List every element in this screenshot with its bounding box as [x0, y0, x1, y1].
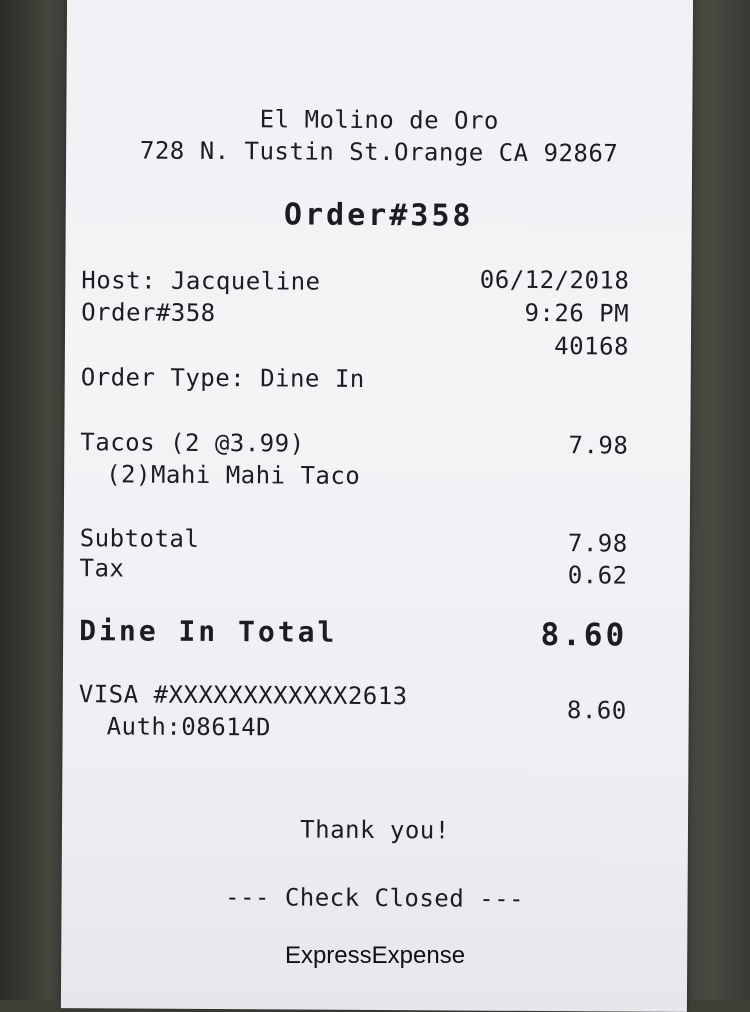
tax-value: 0.62: [567, 561, 628, 590]
card-number: VISA #XXXXXXXXXXXX2613: [78, 680, 408, 711]
auth-code: Auth:08614D: [106, 712, 272, 742]
background-left: [0, 0, 70, 1000]
order-type: Order Type: Dine In: [80, 363, 365, 393]
host-label: Host: Jacqueline: [81, 266, 321, 296]
item-name: Tacos (2 @3.99): [80, 428, 305, 458]
order-heading: Order#358: [283, 197, 474, 234]
watermark: ExpressExpense: [284, 942, 466, 969]
tax-label: Tax: [79, 554, 125, 583]
store-name: El Molino de Oro: [259, 105, 499, 135]
check-closed: --- Check Closed ---: [224, 883, 525, 913]
total-label: Dine In Total: [79, 614, 338, 649]
order-number: Order#358: [81, 298, 216, 328]
order-time: 9:26 PM: [524, 298, 630, 328]
check-number: 40168: [554, 332, 630, 361]
subtotal-label: Subtotal: [79, 524, 200, 553]
order-date: 06/12/2018: [479, 265, 630, 295]
payment-amount: 8.60: [566, 696, 627, 725]
thank-you: Thank you!: [300, 815, 450, 845]
subtotal-value: 7.98: [567, 529, 628, 558]
store-address: 728 N. Tustin St.Orange CA 92867: [139, 136, 619, 168]
receipt: El Molino de Oro 728 N. Tustin St.Orange…: [60, 0, 694, 1012]
total-value: 8.60: [540, 617, 628, 654]
item-amount: 7.98: [568, 431, 629, 460]
item-detail: (2)Mahi Mahi Taco: [106, 460, 361, 490]
